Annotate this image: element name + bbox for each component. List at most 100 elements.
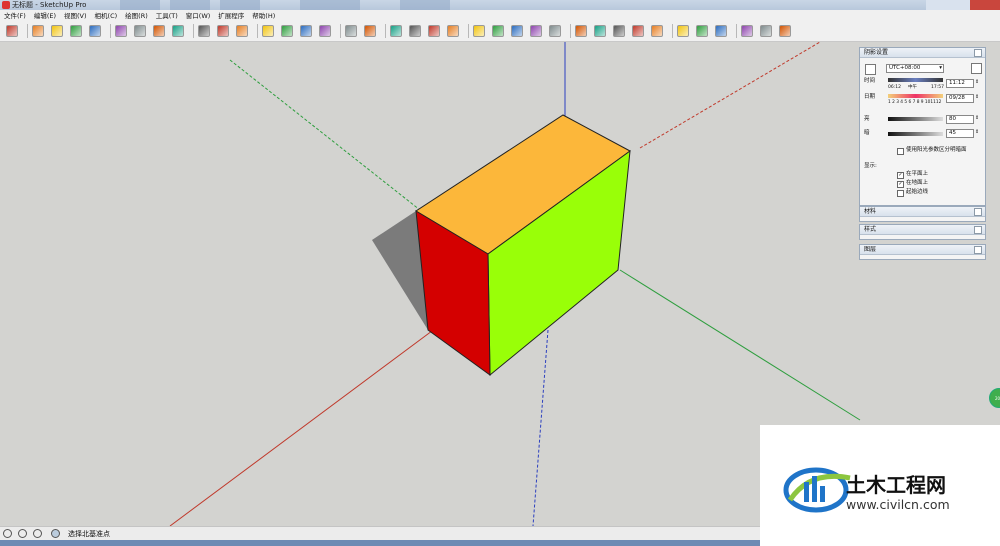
move-icon[interactable] <box>134 25 146 37</box>
chevron-down-icon: ▾ <box>939 65 942 71</box>
menu-camera[interactable]: 相机(C) <box>91 10 122 22</box>
xray-icon[interactable] <box>428 25 440 37</box>
time-start: 06:12 <box>888 85 901 90</box>
shaded-icon[interactable] <box>492 25 504 37</box>
timezone-select[interactable]: UTC+08:00 ▾ <box>886 64 944 73</box>
watermark-overlay: 土木工程网 www.civilcn.com <box>760 425 1000 546</box>
scale-icon[interactable] <box>172 25 184 37</box>
light-slider[interactable] <box>888 117 943 121</box>
shadows-icon[interactable] <box>409 25 421 37</box>
time-label: 时间 <box>864 78 876 84</box>
time-spinner[interactable]: ⇕ <box>975 79 979 86</box>
credits-icon[interactable] <box>18 529 27 538</box>
main-toolbar <box>0 22 1000 42</box>
styles-tray-header[interactable]: 样式 <box>860 225 985 235</box>
instructor-icon[interactable] <box>51 529 60 538</box>
date-label: 日期 <box>864 94 876 100</box>
shadow-toggle-icon[interactable] <box>865 64 876 75</box>
toolbar-separator <box>27 24 28 38</box>
maximize-button[interactable] <box>948 0 970 10</box>
solid-union-icon[interactable] <box>677 25 689 37</box>
eraser-icon[interactable] <box>32 25 44 37</box>
materials-tray-header[interactable]: 材料 <box>860 207 985 217</box>
styles-tray[interactable]: 样式 <box>859 224 986 240</box>
pan-icon[interactable] <box>281 25 293 37</box>
date-input[interactable]: 09/28 <box>946 94 974 103</box>
ruby-icon[interactable] <box>779 25 791 37</box>
window-controls <box>926 0 1000 10</box>
light-input[interactable]: 80 <box>946 115 974 124</box>
drape-icon[interactable] <box>575 25 587 37</box>
menu-extensions[interactable]: 扩展程序 <box>214 10 248 22</box>
warehouse-icon[interactable] <box>741 25 753 37</box>
menu-file[interactable]: 文件(F) <box>0 10 30 22</box>
materials-tray[interactable]: 材料 <box>859 206 986 222</box>
wireframe-icon[interactable] <box>447 25 459 37</box>
layers-tray[interactable]: 图层 <box>859 244 986 260</box>
status-text: 选择北基准点 <box>68 530 110 538</box>
push-pull-icon[interactable] <box>115 25 127 37</box>
menu-help[interactable]: 帮助(H) <box>248 10 279 22</box>
date-slider[interactable] <box>888 94 943 98</box>
background-tab <box>120 0 160 10</box>
monochrome-icon[interactable] <box>530 25 542 37</box>
smoove-icon[interactable] <box>594 25 606 37</box>
layers-tray-header[interactable]: 图层 <box>860 245 985 255</box>
dark-spinner[interactable]: ⇕ <box>975 129 979 136</box>
tray-expand-button[interactable] <box>974 226 982 234</box>
details-toggle-icon[interactable] <box>971 63 982 74</box>
menu-edit[interactable]: 编辑(E) <box>30 10 60 22</box>
solid-trim-icon[interactable] <box>715 25 727 37</box>
background-tab <box>220 0 260 10</box>
zoom-icon[interactable] <box>300 25 312 37</box>
geolocation-icon[interactable] <box>3 529 12 538</box>
use-sun-checkbox[interactable] <box>897 148 904 155</box>
user-icon[interactable] <box>33 529 42 538</box>
arc-icon[interactable] <box>70 25 82 37</box>
sandbox-icon[interactable] <box>549 25 561 37</box>
rectangle-icon[interactable] <box>89 25 101 37</box>
toolbar-separator <box>468 24 469 38</box>
styles-icon[interactable] <box>390 25 402 37</box>
dark-slider[interactable] <box>888 132 943 136</box>
on-faces-checkbox[interactable]: ✓ <box>897 172 904 179</box>
tray-collapse-button[interactable] <box>974 49 982 57</box>
light-spinner[interactable]: ⇕ <box>975 115 979 122</box>
on-ground-checkbox[interactable]: ✓ <box>897 181 904 188</box>
tray-expand-button[interactable] <box>974 208 982 216</box>
dark-input[interactable]: 45 <box>946 129 974 138</box>
time-slider[interactable] <box>888 78 943 82</box>
solid-subtract-icon[interactable] <box>696 25 708 37</box>
close-button[interactable] <box>970 0 1000 10</box>
menu-view[interactable]: 视图(V) <box>60 10 91 22</box>
time-input[interactable]: 11:12 <box>946 79 974 88</box>
menu-window[interactable]: 窗口(W) <box>182 10 215 22</box>
add-detail-icon[interactable] <box>651 25 663 37</box>
section-icon[interactable] <box>364 25 376 37</box>
hidden-line-icon[interactable] <box>473 25 485 37</box>
extension-icon[interactable] <box>760 25 772 37</box>
select-icon[interactable] <box>6 25 18 37</box>
flip-edge-icon[interactable] <box>632 25 644 37</box>
minimize-button[interactable] <box>926 0 948 10</box>
text-icon[interactable] <box>217 25 229 37</box>
background-tab <box>400 0 450 10</box>
components-icon[interactable] <box>345 25 357 37</box>
from-edges-checkbox[interactable] <box>897 190 904 197</box>
pencil-icon[interactable] <box>51 25 63 37</box>
menu-tools[interactable]: 工具(T) <box>152 10 182 22</box>
stamp-icon[interactable] <box>613 25 625 37</box>
shadow-settings-tray: 阴影设置 UTC+08:00 ▾ 时间 06:12 中午 17:57 11:12… <box>859 47 986 206</box>
menu-draw[interactable]: 绘图(R) <box>121 10 152 22</box>
tray-expand-button[interactable] <box>974 246 982 254</box>
textured-icon[interactable] <box>511 25 523 37</box>
tape-measure-icon[interactable] <box>198 25 210 37</box>
red-axis-dashed-line <box>639 42 821 149</box>
rotate-icon[interactable] <box>153 25 165 37</box>
shadow-tray-header[interactable]: 阴影设置 <box>860 48 985 58</box>
zoom-extents-icon[interactable] <box>319 25 331 37</box>
orbit-icon[interactable] <box>262 25 274 37</box>
window-title: 无标题 - SketchUp Pro <box>12 1 87 9</box>
paint-bucket-icon[interactable] <box>236 25 248 37</box>
date-spinner[interactable]: ⇕ <box>975 94 979 101</box>
